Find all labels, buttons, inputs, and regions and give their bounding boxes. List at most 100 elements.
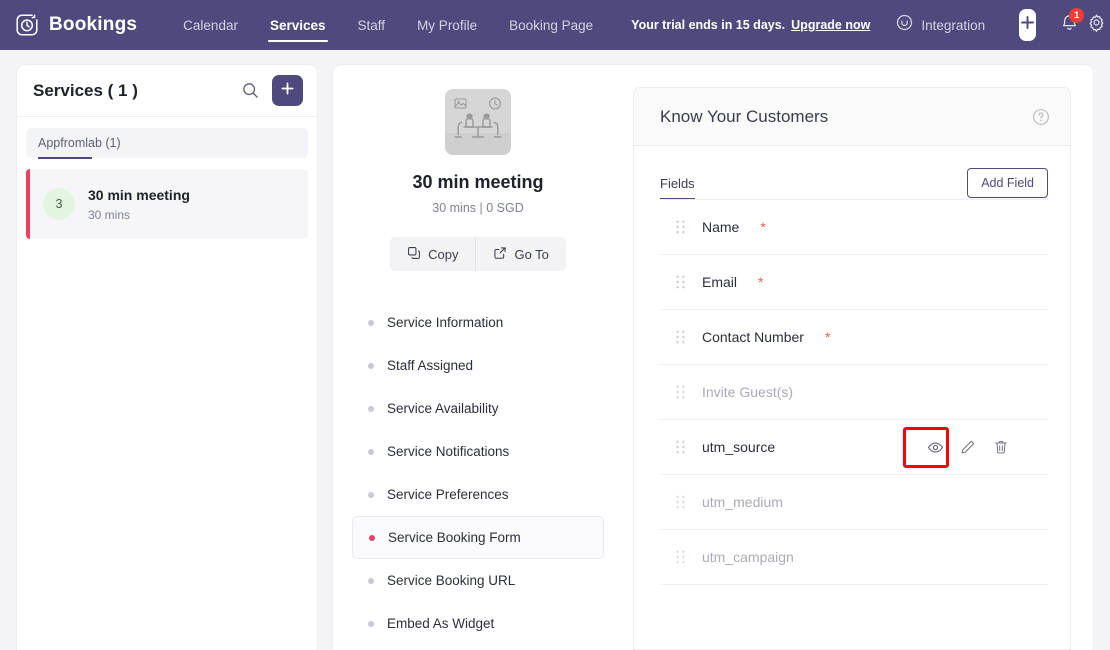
- tab-fields[interactable]: Fields: [660, 176, 695, 200]
- fields-tabs-row: Fields Add Field: [660, 168, 1048, 200]
- menu-item-staff-assigned[interactable]: Staff Assigned: [352, 344, 604, 387]
- external-link-icon: [493, 246, 507, 263]
- go-to-button[interactable]: Go To: [475, 237, 565, 271]
- sidebar-header: Services ( 1 ): [17, 65, 317, 117]
- service-detail-card: 30 min meeting 30 mins | 0 SGD Copy Go T…: [332, 64, 1094, 650]
- field-row-contact-number[interactable]: Contact Number *: [660, 310, 1048, 365]
- plus-icon: [1019, 14, 1036, 36]
- copy-button[interactable]: Copy: [390, 237, 475, 271]
- menu-item-label: Service Booking Form: [388, 530, 521, 545]
- top-navigation-bar: Bookings Calendar Services Staff My Prof…: [0, 0, 1110, 50]
- panel-title: Know Your Customers: [660, 106, 829, 126]
- trial-notice: Your trial ends in 15 days. Upgrade now: [631, 18, 870, 32]
- field-label: utm_source: [702, 439, 776, 455]
- field-label: Invite Guest(s): [702, 384, 794, 400]
- nav-item-staff[interactable]: Staff: [342, 0, 402, 50]
- nav-item-my-profile[interactable]: My Profile: [401, 0, 493, 50]
- service-action-group: Copy Go To: [390, 237, 566, 271]
- drag-handle-icon[interactable]: [676, 275, 685, 289]
- menu-item-label: Service Availability: [387, 401, 499, 416]
- notifications-button[interactable]: 1: [1060, 8, 1085, 38]
- required-asterisk: *: [760, 219, 766, 235]
- menu-item-label: Embed As Widget: [387, 616, 495, 631]
- bullet-icon: [369, 534, 375, 541]
- field-row-email[interactable]: Email *: [660, 255, 1048, 310]
- upgrade-now-link[interactable]: Upgrade now: [791, 18, 870, 32]
- trash-icon[interactable]: [993, 439, 1010, 456]
- copy-label: Copy: [428, 246, 459, 262]
- required-asterisk: *: [824, 329, 831, 345]
- nav-item-booking-page[interactable]: Booking Page: [493, 0, 609, 50]
- services-sidebar: Services ( 1 ) Appfromlab (1) 3 30 min m…: [16, 64, 318, 650]
- add-service-button[interactable]: [272, 75, 303, 106]
- menu-item-service-preferences[interactable]: Service Preferences: [352, 473, 604, 516]
- field-row-invite-guests[interactable]: Invite Guest(s): [660, 365, 1048, 420]
- menu-item-label: Service Booking URL: [387, 573, 516, 588]
- field-row-utm-campaign[interactable]: utm_campaign: [660, 530, 1048, 585]
- integration-icon: [896, 14, 913, 36]
- service-group-label: Appfromlab (1): [38, 136, 121, 150]
- brand[interactable]: Bookings: [14, 12, 137, 38]
- bullet-icon: [368, 577, 374, 584]
- trial-text: Your trial ends in 15 days.: [631, 18, 786, 32]
- field-row-name[interactable]: Name *: [660, 200, 1048, 255]
- field-label: Contact Number: [702, 329, 804, 345]
- sidebar-title: Services ( 1 ): [33, 80, 138, 100]
- service-subtitle: 30 mins | 0 SGD: [432, 201, 524, 215]
- panel-body: Fields Add Field Name * Email * Contact …: [634, 146, 1070, 649]
- drag-handle-icon[interactable]: [676, 220, 685, 234]
- field-label: utm_medium: [702, 494, 783, 510]
- meeting-table-thumbnail: [445, 89, 511, 155]
- fields-list: Name * Email * Contact Number * Invite G…: [660, 200, 1048, 585]
- add-new-button[interactable]: [1019, 9, 1037, 41]
- field-row-utm-medium[interactable]: utm_medium: [660, 475, 1048, 530]
- service-group-tab[interactable]: Appfromlab (1): [26, 128, 308, 159]
- menu-item-service-booking-url[interactable]: Service Booking URL: [352, 559, 604, 602]
- menu-item-service-availability[interactable]: Service Availability: [352, 387, 604, 430]
- bullet-icon: [368, 448, 374, 455]
- go-to-label: Go To: [514, 246, 549, 262]
- menu-item-label: Staff Assigned: [387, 358, 474, 373]
- menu-item-label: Service Preferences: [387, 487, 509, 502]
- search-icon[interactable]: [238, 79, 262, 103]
- gear-icon: [1087, 13, 1106, 37]
- service-item-duration: 30 mins: [88, 208, 131, 223]
- bullet-icon: [368, 491, 374, 498]
- know-your-customers-panel: Know Your Customers Fields Add Field Nam…: [633, 87, 1071, 650]
- help-circle-icon[interactable]: [1032, 108, 1050, 126]
- panel-header: Know Your Customers: [634, 88, 1070, 146]
- drag-handle-icon[interactable]: [676, 330, 685, 344]
- menu-item-label: Service Information: [387, 315, 504, 330]
- field-label: Email: [702, 274, 738, 290]
- menu-item-service-notifications[interactable]: Service Notifications: [352, 430, 604, 473]
- page-body: Services ( 1 ) Appfromlab (1) 3 30 min m…: [0, 50, 1110, 650]
- drag-handle-icon[interactable]: [676, 495, 685, 509]
- know-your-customers-column: Know Your Customers Fields Add Field Nam…: [623, 65, 1093, 650]
- field-label: Name: [702, 219, 740, 235]
- eye-icon[interactable]: [927, 439, 944, 456]
- field-row-actions: [927, 439, 1048, 456]
- nav-item-calendar[interactable]: Calendar: [167, 0, 254, 50]
- field-label: utm_campaign: [702, 549, 794, 565]
- nav-item-services[interactable]: Services: [254, 0, 342, 50]
- drag-handle-icon[interactable]: [676, 385, 685, 399]
- integration-button[interactable]: Integration: [896, 14, 985, 36]
- edit-pencil-icon[interactable]: [960, 439, 977, 456]
- field-row-utm-source[interactable]: utm_source: [660, 420, 1048, 475]
- menu-item-label: Service Notifications: [387, 444, 510, 459]
- service-overview-column: 30 min meeting 30 mins | 0 SGD Copy Go T…: [333, 65, 623, 650]
- service-count-badge: 3: [43, 188, 75, 220]
- clock-logo-icon: [14, 12, 40, 38]
- service-section-menu: Service Information Staff Assigned Servi…: [352, 301, 604, 645]
- service-item-name: 30 min meeting: [88, 186, 190, 203]
- sidebar-service-item[interactable]: 3 30 min meeting 30 mins: [26, 169, 308, 239]
- drag-handle-icon[interactable]: [676, 440, 685, 454]
- add-field-button[interactable]: Add Field: [967, 168, 1048, 198]
- integration-label: Integration: [921, 17, 986, 33]
- menu-item-service-information[interactable]: Service Information: [352, 301, 604, 344]
- settings-button[interactable]: [1087, 12, 1106, 38]
- bullet-icon: [368, 620, 374, 627]
- drag-handle-icon[interactable]: [676, 550, 685, 564]
- menu-item-service-booking-form[interactable]: Service Booking Form: [352, 516, 604, 559]
- menu-item-embed-as-widget[interactable]: Embed As Widget: [352, 602, 604, 645]
